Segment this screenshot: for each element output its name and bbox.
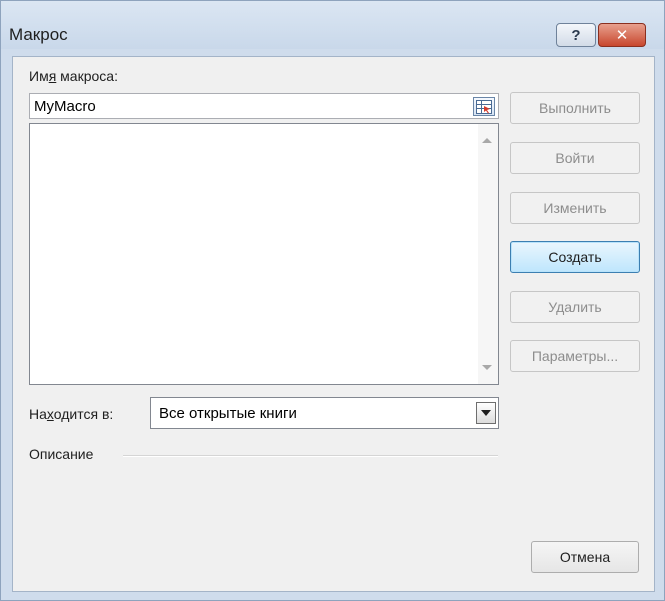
step-into-button[interactable]: Войти bbox=[510, 142, 640, 174]
macro-list[interactable] bbox=[29, 123, 499, 385]
edit-button[interactable]: Изменить bbox=[510, 192, 640, 224]
options-button[interactable]: Параметры... bbox=[510, 340, 640, 372]
macro-dialog: Макрос ? ✕ Имя макроса: Выполнить bbox=[0, 0, 665, 601]
location-label-part: На bbox=[29, 406, 47, 422]
macro-name-label: Имя макроса: bbox=[29, 68, 118, 84]
create-button-label: Соз bbox=[548, 249, 573, 265]
description-label: Описание bbox=[29, 446, 94, 462]
macro-list-scrollbar[interactable] bbox=[478, 124, 498, 384]
location-select[interactable]: Все открытые книги bbox=[150, 397, 499, 429]
scroll-down-icon[interactable] bbox=[482, 365, 492, 370]
run-button[interactable]: Выполнить bbox=[510, 92, 640, 124]
location-label-mnemonic: х bbox=[46, 406, 54, 422]
close-button[interactable]: ✕ bbox=[598, 23, 646, 47]
close-icon: ✕ bbox=[615, 27, 629, 44]
cell-reference-button[interactable] bbox=[473, 97, 495, 116]
create-button[interactable]: Создать bbox=[510, 241, 640, 273]
delete-button[interactable]: Удалить bbox=[510, 291, 640, 323]
create-button-label: ать bbox=[580, 249, 602, 265]
macro-name-label-part: Им bbox=[29, 68, 49, 84]
location-selected-value: Все открытые книги bbox=[159, 405, 297, 422]
scroll-up-icon[interactable] bbox=[482, 138, 492, 143]
cancel-button[interactable]: Отмена bbox=[531, 541, 639, 573]
macro-name-label-part: макроса: bbox=[56, 68, 118, 84]
help-icon: ? bbox=[571, 26, 581, 44]
dialog-body: Имя макроса: Выполнить Войти Изменить Со… bbox=[12, 56, 655, 592]
location-label-part: одится в: bbox=[53, 406, 114, 422]
title-bar[interactable]: Макрос ? ✕ bbox=[1, 1, 664, 49]
select-range-icon bbox=[476, 99, 492, 114]
macro-name-input[interactable] bbox=[29, 93, 499, 119]
help-button[interactable]: ? bbox=[556, 23, 596, 47]
location-dropdown-button[interactable] bbox=[476, 402, 496, 424]
description-divider bbox=[123, 455, 498, 457]
dialog-title: Макрос bbox=[9, 25, 68, 44]
chevron-down-icon bbox=[481, 410, 491, 416]
location-label: Находится в: bbox=[29, 406, 113, 422]
